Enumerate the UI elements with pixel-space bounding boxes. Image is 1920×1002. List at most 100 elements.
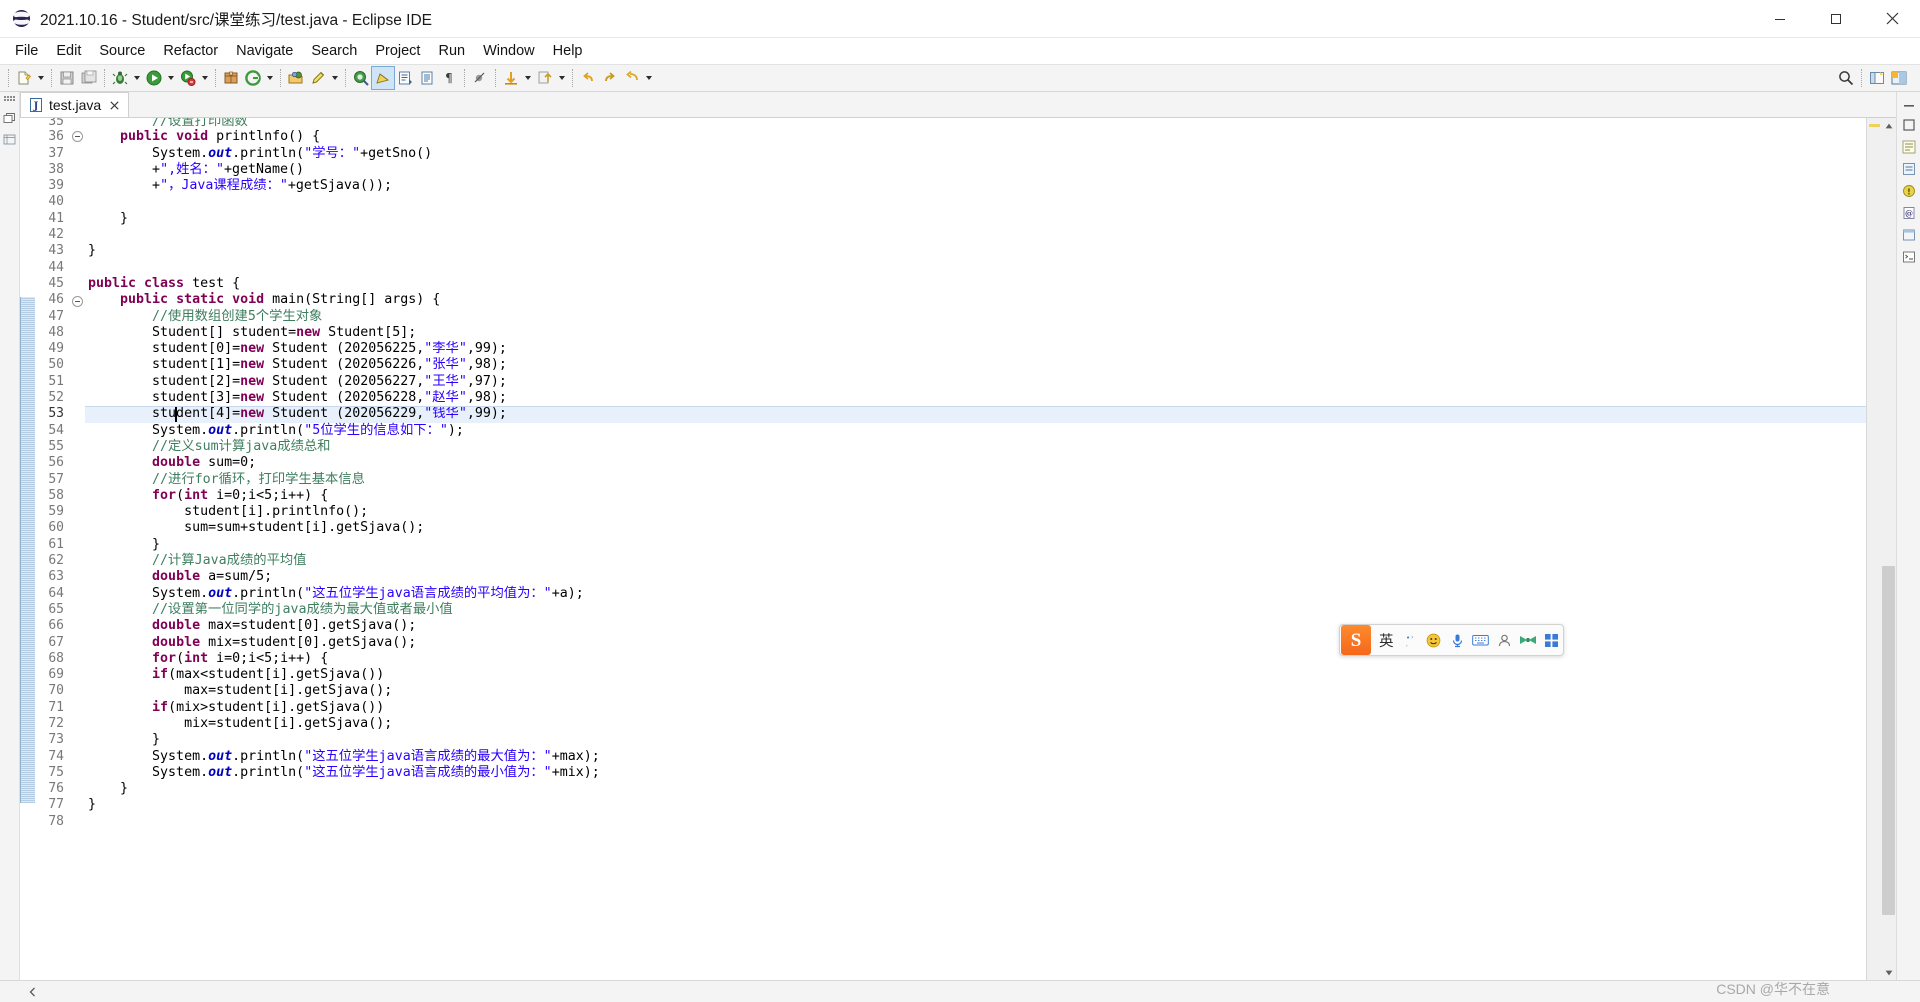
code-line[interactable]: System.out.println("这五位学生java语言成绩的平均值为："… (85, 586, 1866, 602)
task-list-icon[interactable] (1900, 160, 1918, 178)
show-whitespace-icon[interactable] (416, 67, 438, 89)
menu-search[interactable]: Search (302, 40, 366, 62)
outline-view-icon[interactable] (1900, 138, 1918, 156)
code-line[interactable]: } (85, 243, 1866, 259)
code-line[interactable]: sum=sum+student[i].getSjava(); (85, 520, 1866, 536)
code-line[interactable]: System.out.println("学号："+getSno() (85, 146, 1866, 162)
code-line[interactable]: //计算Java成绩的平均值 (85, 553, 1866, 569)
ime-voice-icon[interactable] (1446, 625, 1470, 655)
restore-icon[interactable] (2, 110, 18, 126)
code-line[interactable]: student[1]=new Student (202056226,"张华",9… (85, 357, 1866, 373)
menu-run[interactable]: Run (429, 40, 474, 62)
ime-toolbox-icon[interactable] (1540, 625, 1564, 655)
search-pencil-icon[interactable] (307, 67, 329, 89)
code-line[interactable] (85, 814, 1866, 830)
pilcrow-icon[interactable]: ¶ (438, 67, 460, 89)
declaration-view-icon[interactable] (1900, 226, 1918, 244)
menu-navigate[interactable]: Navigate (227, 40, 302, 62)
console-view-icon[interactable] (1900, 248, 1918, 266)
maximize-view-icon[interactable] (1900, 116, 1918, 134)
new-dropdown-arrow[interactable] (35, 67, 47, 89)
code-line[interactable]: student[0]=new Student (202056225,"李华",9… (85, 341, 1866, 357)
code-line[interactable]: } (85, 732, 1866, 748)
maximize-button[interactable] (1808, 0, 1864, 37)
code-line[interactable]: double a=sum/5; (85, 569, 1866, 585)
code-line[interactable]: //定义sum计算java成绩总和 (85, 439, 1866, 455)
code-line[interactable]: double max=student[0].getSjava(); (85, 618, 1866, 634)
folding-margin[interactable] (69, 118, 85, 980)
fold-collapse-icon[interactable] (69, 296, 85, 312)
code-line[interactable]: student[i].printlnfo(); (85, 504, 1866, 520)
code-line[interactable]: for(int i=0;i<5;i++) { (85, 488, 1866, 504)
code-line[interactable]: //设置第一位同学的java成绩为最大值或者最小值 (85, 602, 1866, 618)
code-line[interactable]: public void printlnfo() { (85, 129, 1866, 145)
javadoc-view-icon[interactable]: @ (1900, 204, 1918, 222)
new-project-dropdown-arrow[interactable] (264, 67, 276, 89)
quick-access-search-icon[interactable] (1835, 67, 1857, 89)
coverage-icon[interactable] (177, 67, 199, 89)
run-dropdown-arrow[interactable] (165, 67, 177, 89)
rail-drag-handle[interactable] (3, 96, 16, 106)
debug-icon[interactable] (109, 67, 131, 89)
toggle-mark-occurrences-icon[interactable] (371, 66, 395, 90)
open-perspective-icon[interactable] (1866, 67, 1888, 89)
run-icon[interactable] (143, 67, 165, 89)
ime-emoji-icon[interactable] (1422, 625, 1446, 655)
minimize-view-icon[interactable] (1900, 94, 1918, 112)
code-line[interactable]: double mix=student[0].getSjava(); (85, 635, 1866, 651)
code-line[interactable]: public class test { (85, 276, 1866, 292)
overview-ruler[interactable] (1866, 118, 1881, 980)
scroll-up-arrow[interactable] (1881, 118, 1896, 133)
menu-file[interactable]: File (6, 40, 47, 62)
code-line[interactable]: } (85, 211, 1866, 227)
open-resource-icon[interactable] (285, 67, 307, 89)
expand-left-icon[interactable] (24, 983, 42, 1001)
java-perspective-icon[interactable] (1888, 67, 1910, 89)
code-line[interactable] (85, 260, 1866, 276)
code-editor-text[interactable]: //设置打印函数 public void printlnfo() { Syste… (85, 118, 1866, 980)
code-line[interactable]: //设置打印函数 (85, 118, 1866, 129)
new-java-project-icon[interactable] (242, 67, 264, 89)
close-button[interactable] (1864, 0, 1920, 37)
tab-test-java[interactable]: J test.java (20, 92, 130, 117)
scrollbar-thumb[interactable] (1882, 565, 1895, 916)
menu-source[interactable]: Source (90, 40, 154, 62)
open-task-icon[interactable] (394, 67, 416, 89)
editor-vertical-scrollbar[interactable] (1881, 118, 1896, 980)
ime-bowtie-icon[interactable] (1516, 625, 1540, 655)
save-icon[interactable] (56, 67, 78, 89)
code-line[interactable]: student[3]=new Student (202056228,"赵华",9… (85, 390, 1866, 406)
search-dropdown-arrow[interactable] (329, 67, 341, 89)
previous-annotation-icon[interactable] (534, 67, 556, 89)
code-line[interactable]: student[2]=new Student (202056227,"王华",9… (85, 374, 1866, 390)
code-line[interactable]: double sum=0; (85, 455, 1866, 471)
previous-annotation-dropdown-arrow[interactable] (556, 67, 568, 89)
ime-switch-icon[interactable]: • › , (1399, 625, 1423, 655)
menu-edit[interactable]: Edit (47, 40, 90, 62)
code-line[interactable] (85, 227, 1866, 243)
new-java-package-icon[interactable] (220, 67, 242, 89)
code-line[interactable]: +"，Java课程成绩："+getSjava()); (85, 178, 1866, 194)
code-line[interactable] (85, 194, 1866, 210)
problems-view-icon[interactable]: ! (1900, 182, 1918, 200)
forward-icon[interactable] (599, 67, 621, 89)
next-annotation-dropdown-arrow[interactable] (522, 67, 534, 89)
tab-close-icon[interactable] (107, 98, 121, 112)
code-line[interactable]: for(int i=0;i<5;i++) { (85, 651, 1866, 667)
menu-refactor[interactable]: Refactor (154, 40, 227, 62)
menu-project[interactable]: Project (366, 40, 429, 62)
code-line[interactable]: System.out.println("这五位学生java语言成绩的最小值为："… (85, 765, 1866, 781)
ime-mode-label[interactable]: 英 (1371, 630, 1399, 651)
code-line[interactable]: Student[] student=new Student[5]; (85, 325, 1866, 341)
next-annotation-icon[interactable] (500, 67, 522, 89)
scroll-down-arrow[interactable] (1881, 965, 1896, 980)
minimize-button[interactable] (1752, 0, 1808, 37)
code-line[interactable]: //使用数组创建5个学生对象 (85, 309, 1866, 325)
menu-window[interactable]: Window (474, 40, 544, 62)
code-line[interactable]: } (85, 537, 1866, 553)
code-line[interactable]: public static void main(String[] args) { (85, 292, 1866, 308)
code-line[interactable]: System.out.println("5位学生的信息如下："); (85, 423, 1866, 439)
last-edit-location-icon[interactable] (621, 67, 643, 89)
save-all-icon[interactable] (78, 67, 100, 89)
new-icon[interactable] (13, 67, 35, 89)
